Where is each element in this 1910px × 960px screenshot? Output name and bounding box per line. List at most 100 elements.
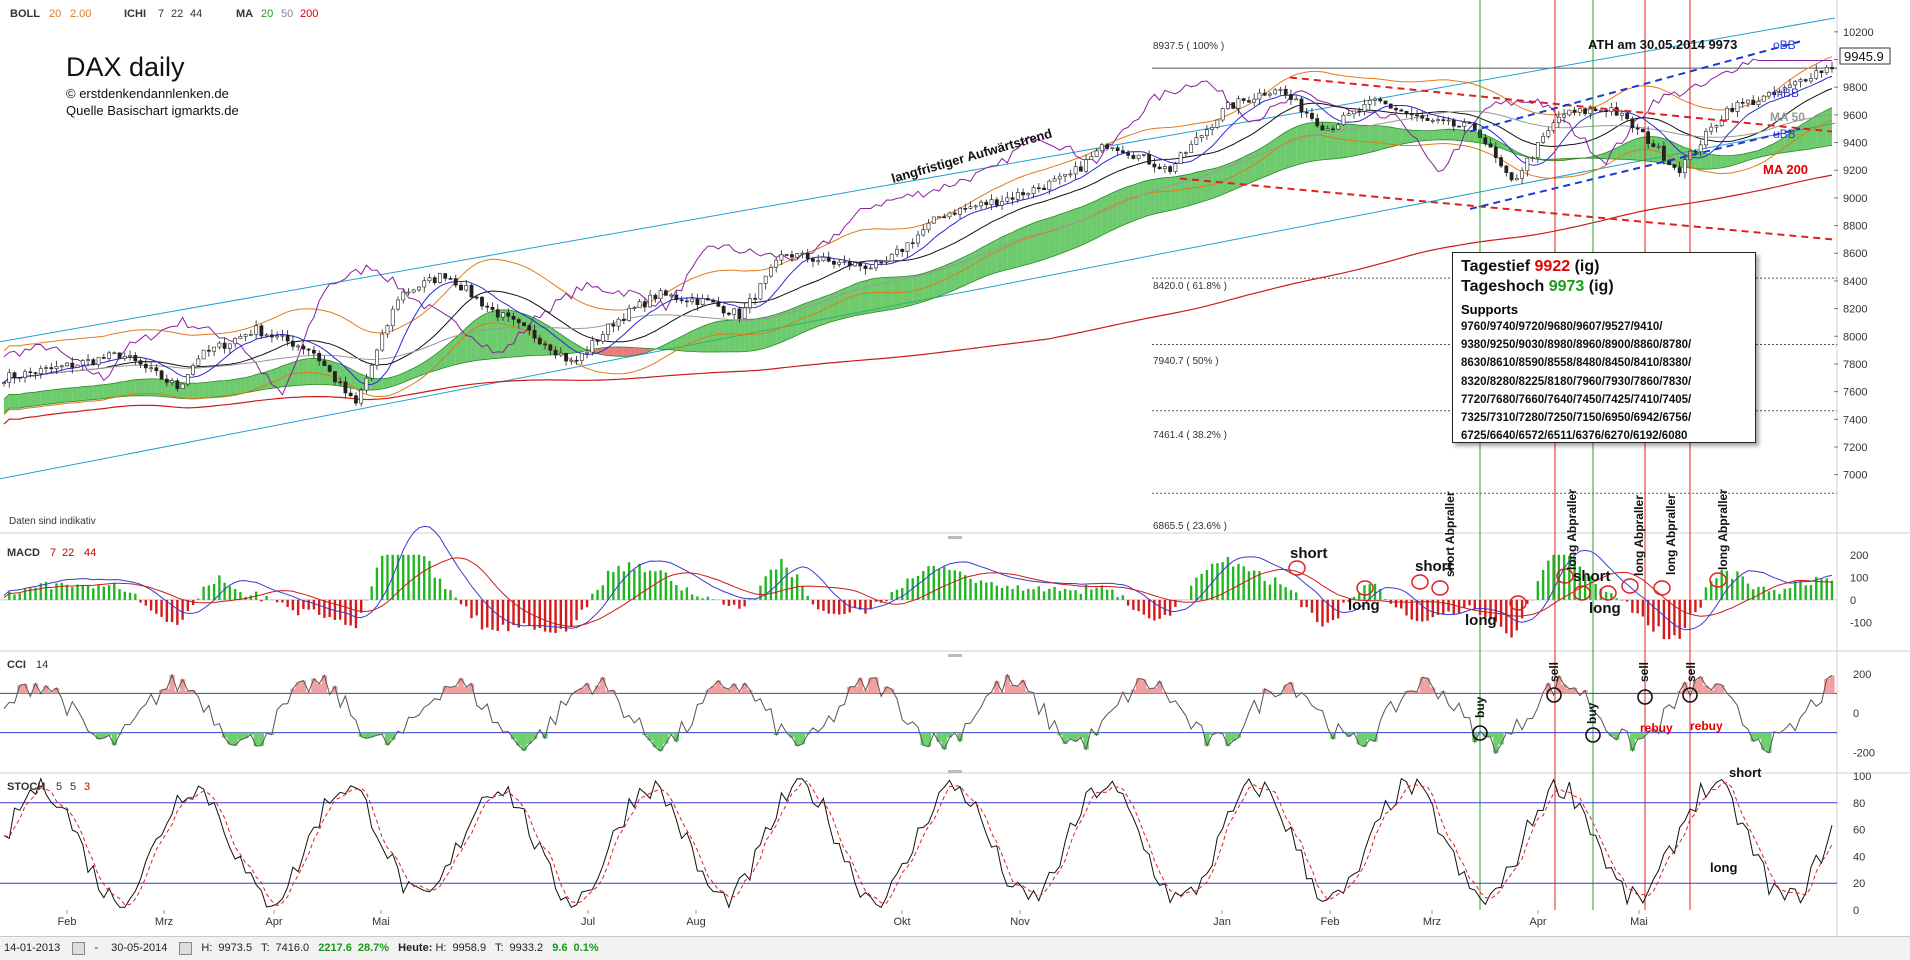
- candle-body: [911, 243, 914, 244]
- candle-body: [276, 336, 279, 337]
- copyright-text: © erstdenkendannlenken.de: [66, 86, 229, 101]
- legend-ichi-p1: 7: [158, 8, 164, 20]
- ichimoku-cloud-segment: [713, 321, 718, 352]
- ichimoku-cloud-segment: [214, 381, 219, 397]
- ichimoku-cloud-segment: [1454, 129, 1459, 140]
- range-from-date[interactable]: 14-01-2013: [0, 937, 64, 959]
- candle-body: [580, 353, 583, 360]
- candle-body: [512, 316, 515, 319]
- candle-body: [1752, 100, 1755, 105]
- macd-p3: 44: [84, 547, 96, 559]
- ichimoku-cloud-segment: [204, 382, 209, 398]
- candle-body: [649, 295, 652, 307]
- candle-body: [1011, 198, 1014, 200]
- candle-body: [1316, 119, 1319, 126]
- ichimoku-cloud-segment: [1055, 214, 1060, 256]
- ichimoku-cloud-segment: [466, 323, 471, 362]
- ichimoku-cloud-segment: [1170, 177, 1175, 211]
- candle-body: [496, 310, 499, 318]
- cci-tick-label: 200: [1853, 669, 1871, 681]
- candle-body: [328, 366, 331, 372]
- candle-body: [1331, 129, 1334, 130]
- ichimoku-cloud-segment: [1081, 205, 1086, 246]
- supports-title: Supports: [1461, 301, 1747, 318]
- today-label: Heute:: [398, 942, 432, 954]
- candle-body: [1048, 181, 1051, 190]
- candle-body: [1421, 116, 1424, 119]
- last-price-value: 9945.9: [1844, 49, 1884, 64]
- candle-body: [1205, 130, 1208, 136]
- ichimoku-cloud-segment: [1716, 155, 1721, 168]
- ichimoku-cloud-segment: [965, 254, 970, 285]
- candle-body: [244, 335, 247, 337]
- ichimoku-cloud-segment: [1123, 186, 1128, 225]
- candle-body: [76, 365, 79, 367]
- chart-title: DAX daily: [66, 52, 185, 82]
- candle-body: [202, 350, 205, 359]
- ichimoku-cloud-segment: [314, 358, 319, 384]
- ichimoku-cloud-segment: [72, 387, 77, 401]
- candle-body: [733, 309, 736, 315]
- candle-body: [1515, 178, 1518, 180]
- price-tick-label: 8200: [1843, 304, 1867, 316]
- ichimoku-cloud-segment: [844, 286, 849, 318]
- price-tick-label: 8000: [1843, 331, 1867, 343]
- candle-body: [1652, 144, 1655, 147]
- stoch-p2: 5: [70, 781, 76, 793]
- candle-body: [270, 335, 273, 337]
- ichimoku-cloud-segment: [876, 278, 881, 312]
- candle-body: [1221, 109, 1224, 120]
- candle-body: [228, 344, 231, 349]
- ichimoku-cloud-segment: [277, 366, 282, 388]
- candle-body: [743, 308, 746, 319]
- candle-body: [969, 207, 972, 209]
- today-high-label: H:: [435, 942, 446, 954]
- ichimoku-cloud-segment: [1128, 185, 1133, 223]
- candle-body: [223, 343, 226, 348]
- ichimoku-cloud-segment: [1433, 130, 1438, 140]
- data-note: Daten sind indikativ: [9, 516, 96, 527]
- candle-body: [1326, 129, 1329, 130]
- candle-body: [480, 297, 483, 306]
- candle-body: [1106, 145, 1109, 149]
- candle-body: [192, 365, 195, 374]
- candle-body: [670, 295, 673, 296]
- ichimoku-cloud-segment: [629, 347, 634, 356]
- candle-body: [675, 295, 678, 300]
- ichimoku-cloud-segment: [1470, 131, 1475, 142]
- ichimoku-cloud-segment: [1259, 146, 1264, 179]
- candle-body: [176, 381, 179, 389]
- candle-body: [916, 235, 919, 243]
- cci-note-buy-2: buy: [1585, 702, 1599, 724]
- price-tick-label: 7000: [1843, 470, 1867, 482]
- levels-infobox: Tagestief 9922 (ig) Tageshoch 9973 (ig) …: [1452, 252, 1756, 443]
- ichimoku-cloud-segment: [114, 382, 119, 397]
- calendar-icon[interactable]: [72, 942, 85, 955]
- price-tick-label: 8800: [1843, 221, 1867, 233]
- ichimoku-cloud-segment: [1018, 227, 1023, 267]
- cci-note-sell-1: sell: [1547, 662, 1561, 682]
- candle-body: [475, 297, 478, 298]
- candle-body: [1258, 93, 1261, 99]
- range-to-date[interactable]: 30-05-2014: [107, 937, 171, 959]
- candle-body: [139, 361, 142, 364]
- candle-body: [1121, 151, 1124, 153]
- ichimoku-cloud-segment: [619, 347, 624, 357]
- candle-body: [522, 323, 525, 326]
- candle-body: [706, 298, 709, 300]
- candle-body: [1063, 174, 1066, 176]
- candle-body: [622, 319, 625, 320]
- calendar-icon[interactable]: [179, 942, 192, 955]
- cci-p1: 14: [36, 659, 48, 671]
- candle-body: [1295, 99, 1298, 100]
- candle-body: [1531, 158, 1534, 159]
- ichimoku-cloud-segment: [25, 392, 30, 406]
- candle-body: [1174, 164, 1177, 172]
- candle-body: [128, 355, 131, 356]
- month-tick-label: Aug: [686, 916, 706, 928]
- candle-body: [1594, 109, 1597, 111]
- candle-body: [1132, 155, 1135, 158]
- ichimoku-cloud-segment: [30, 392, 35, 406]
- ichimoku-cloud-segment: [860, 281, 865, 315]
- ichimoku-cloud-segment: [524, 314, 529, 356]
